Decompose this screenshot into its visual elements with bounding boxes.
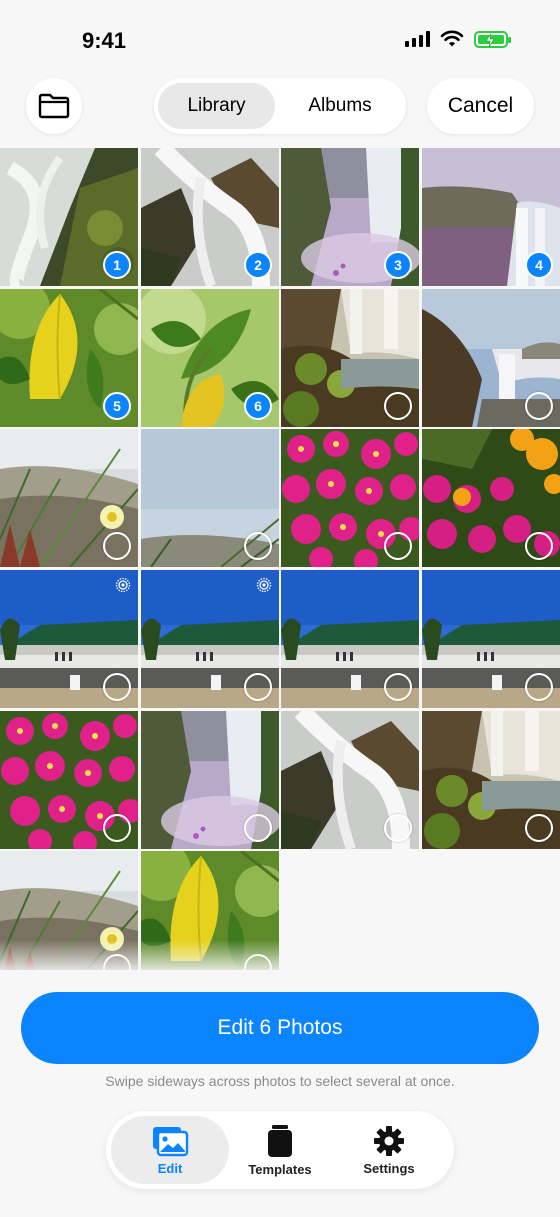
photo-thumbnail[interactable] bbox=[422, 570, 560, 708]
live-photo-icon bbox=[115, 577, 131, 593]
photo-thumbnail[interactable] bbox=[281, 711, 419, 849]
battery-icon bbox=[474, 30, 511, 48]
photo-thumbnail[interactable] bbox=[0, 711, 138, 849]
selection-hint: Swipe sideways across photos to select s… bbox=[105, 1073, 455, 1089]
photo-thumbnail[interactable] bbox=[141, 711, 279, 849]
selection-circle[interactable] bbox=[384, 814, 412, 842]
selection-circle[interactable] bbox=[525, 814, 553, 842]
selection-circle[interactable] bbox=[384, 532, 412, 560]
photo-thumbnail[interactable] bbox=[281, 289, 419, 427]
tab-bar: Edit Templates Settings bbox=[106, 1111, 454, 1189]
tab-edit[interactable]: Edit bbox=[111, 1116, 229, 1184]
edit-photos-button[interactable]: Edit 6 Photos bbox=[21, 992, 539, 1064]
tab-edit-label: Edit bbox=[157, 1160, 183, 1176]
photo-thumbnail[interactable] bbox=[281, 429, 419, 567]
status-icons bbox=[405, 30, 511, 48]
selection-circle[interactable] bbox=[103, 532, 131, 560]
wifi-icon bbox=[440, 30, 464, 47]
selection-circle[interactable] bbox=[244, 532, 272, 560]
selection-circle[interactable] bbox=[525, 392, 553, 420]
selection-number-badge[interactable]: 2 bbox=[244, 251, 272, 279]
selection-circle[interactable] bbox=[525, 532, 553, 560]
selection-number-badge[interactable]: 3 bbox=[384, 251, 412, 279]
tab-library[interactable]: Library bbox=[158, 83, 275, 129]
tab-settings[interactable]: Settings bbox=[330, 1116, 448, 1184]
tab-settings-label: Settings bbox=[363, 1160, 415, 1176]
cellular-signal-icon bbox=[405, 31, 430, 47]
selection-circle[interactable] bbox=[525, 673, 553, 701]
photo-thumbnail[interactable]: 1 bbox=[0, 148, 138, 286]
selection-number-badge[interactable]: 4 bbox=[525, 251, 553, 279]
photo-thumbnail[interactable] bbox=[422, 429, 560, 567]
gear-icon bbox=[374, 1125, 404, 1156]
selection-circle[interactable] bbox=[103, 673, 131, 701]
photo-thumbnail[interactable] bbox=[422, 711, 560, 849]
photo-thumbnail[interactable] bbox=[422, 289, 560, 427]
photo-thumbnail[interactable]: 4 bbox=[422, 148, 560, 286]
selection-circle[interactable] bbox=[103, 814, 131, 842]
photo-thumbnail[interactable]: 6 bbox=[141, 289, 279, 427]
selection-circle[interactable] bbox=[384, 392, 412, 420]
photo-thumbnail[interactable] bbox=[141, 570, 279, 708]
photo-thumbnail[interactable] bbox=[0, 570, 138, 708]
top-bar: Library Albums Cancel bbox=[0, 78, 560, 138]
selection-circle[interactable] bbox=[384, 673, 412, 701]
photo-thumbnail[interactable] bbox=[0, 429, 138, 567]
selection-number-badge[interactable]: 1 bbox=[103, 251, 131, 279]
status-time: 9:41 bbox=[82, 28, 127, 53]
selection-number-badge[interactable]: 5 bbox=[103, 392, 131, 420]
templates-icon bbox=[268, 1124, 292, 1157]
status-bar: 9:41 bbox=[0, 0, 560, 80]
folder-icon bbox=[38, 93, 70, 119]
live-photo-icon bbox=[256, 577, 272, 593]
photo-thumbnail[interactable]: 5 bbox=[0, 289, 138, 427]
photo-thumbnail[interactable]: 3 bbox=[281, 148, 419, 286]
photo-thumbnail[interactable] bbox=[281, 570, 419, 708]
tab-templates-label: Templates bbox=[248, 1161, 312, 1177]
grid-fade bbox=[0, 940, 560, 972]
photo-thumbnail[interactable]: 2 bbox=[141, 148, 279, 286]
folder-button[interactable] bbox=[26, 78, 82, 134]
photos-icon bbox=[153, 1126, 189, 1156]
cancel-button[interactable]: Cancel bbox=[427, 78, 534, 134]
source-segmented-control: Library Albums bbox=[154, 78, 406, 134]
selection-number-badge[interactable]: 6 bbox=[244, 392, 272, 420]
photo-thumbnail[interactable] bbox=[141, 429, 279, 567]
tab-templates[interactable]: Templates bbox=[221, 1116, 339, 1184]
tab-albums[interactable]: Albums bbox=[280, 83, 400, 129]
selection-circle[interactable] bbox=[244, 673, 272, 701]
selection-circle[interactable] bbox=[244, 814, 272, 842]
